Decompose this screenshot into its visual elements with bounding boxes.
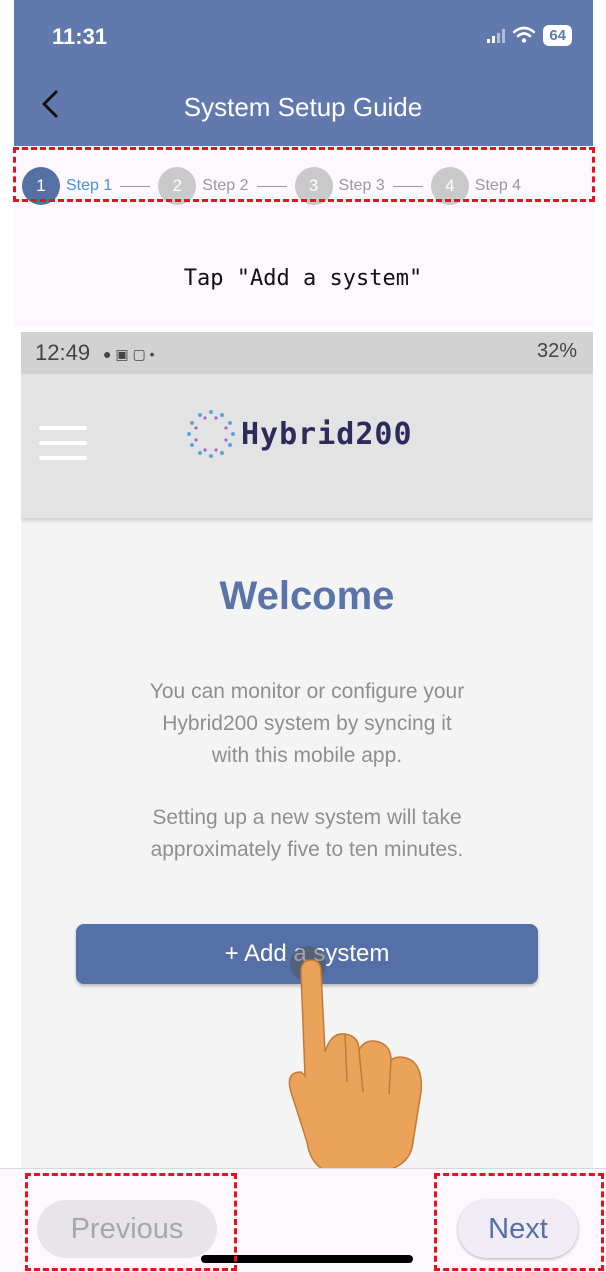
instruction-text: Tap "Add a system" bbox=[183, 266, 423, 291]
intro-paragraph: You can monitor or configure your Hybrid… bbox=[149, 680, 465, 767]
logo-dots-icon bbox=[187, 410, 235, 458]
hybrid200-logo: Hybrid200 bbox=[185, 404, 413, 464]
stepper-highlight bbox=[13, 147, 595, 202]
signal-icon bbox=[487, 27, 506, 43]
status-icons: 64 bbox=[487, 22, 572, 48]
battery-icon: 64 bbox=[543, 24, 572, 46]
next-highlight bbox=[434, 1173, 604, 1271]
screenshot-status-right: 32% bbox=[537, 340, 577, 363]
setup-time-paragraph: Setting up a new system will take approx… bbox=[150, 806, 464, 861]
wifi-icon bbox=[513, 26, 536, 43]
notification-icons: ● ▣ ▢ • bbox=[103, 346, 155, 362]
tap-hand-icon bbox=[288, 946, 423, 1168]
guide-screenshot: 12:49 ● ▣ ▢ • 32% Hybrid200 Welcome You … bbox=[21, 332, 593, 1168]
welcome-heading: Welcome bbox=[219, 574, 395, 618]
status-time: 11:31 bbox=[52, 24, 108, 49]
hamburger-menu-icon bbox=[39, 426, 87, 462]
page-title: System Setup Guide bbox=[183, 92, 423, 122]
battery-percent: 32% bbox=[536, 340, 577, 362]
previous-highlight bbox=[25, 1173, 237, 1271]
screenshot-status-time: 12:49 bbox=[35, 340, 91, 365]
app-name: Hybrid200 bbox=[241, 416, 413, 452]
